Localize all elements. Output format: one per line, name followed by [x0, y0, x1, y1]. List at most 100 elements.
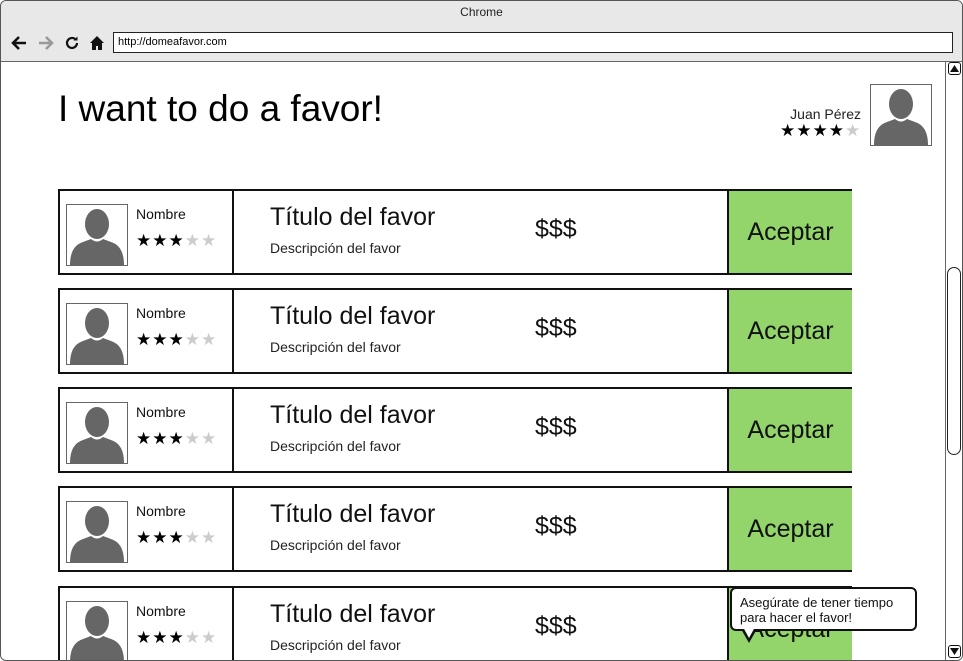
- star-empty-icon: ★: [201, 330, 217, 349]
- page-title: I want to do a favor!: [58, 88, 383, 129]
- browser-chrome: Chrome http://domeafavor.com: [1, 1, 962, 62]
- accept-button[interactable]: Aceptar: [727, 191, 852, 273]
- window-title: Chrome: [460, 5, 503, 19]
- favor-description: Descripción del favor: [270, 339, 401, 355]
- favor-title: Título del favor: [270, 302, 436, 330]
- star-filled-icon: ★: [152, 231, 168, 250]
- star-empty-icon: ★: [184, 429, 200, 448]
- user-avatar[interactable]: [870, 84, 932, 146]
- page-content: I want to do a favor! Juan Pérez ★ ★ ★ ★ ★ N…: [1, 62, 945, 660]
- star-empty-icon: ★: [201, 528, 217, 547]
- star-filled-icon: ★: [812, 121, 828, 140]
- favor-card: Nombre ★ ★ ★ ★ ★ Título del favor Descripció…: [58, 486, 852, 572]
- tooltip: Asegúrate de tener tiempo para hacer el …: [730, 587, 917, 631]
- favor-price: $$$: [535, 314, 577, 342]
- favor-title: Título del favor: [270, 600, 436, 628]
- favor-title: Título del favor: [270, 401, 436, 429]
- requester-name: Nombre: [136, 206, 186, 222]
- triangle-up-icon: [950, 65, 959, 72]
- person-silhouette-icon: [66, 601, 128, 660]
- person-silhouette-icon: [66, 501, 128, 563]
- home-icon[interactable]: [88, 34, 106, 52]
- requester-name: Nombre: [136, 503, 186, 519]
- requester-rating: ★ ★ ★ ★ ★: [136, 529, 216, 546]
- refresh-icon[interactable]: [63, 34, 81, 52]
- person-silhouette-icon: [870, 84, 932, 146]
- tooltip-text: Asegúrate de tener tiempo para hacer el …: [740, 595, 894, 625]
- star-filled-icon: ★: [136, 330, 152, 349]
- star-empty-icon: ★: [184, 231, 200, 250]
- star-filled-icon: ★: [136, 429, 152, 448]
- requester-rating: ★ ★ ★ ★ ★: [136, 430, 216, 447]
- favor-description: Descripción del favor: [270, 240, 401, 256]
- forward-arrow-icon[interactable]: [37, 34, 55, 52]
- favor-requester: Nombre ★ ★ ★ ★ ★: [60, 488, 234, 570]
- star-filled-icon: ★: [152, 528, 168, 547]
- tooltip-tail-inner: [743, 627, 755, 638]
- requester-avatar[interactable]: [66, 501, 128, 563]
- favor-description: Descripción del favor: [270, 537, 401, 553]
- requester-name: Nombre: [136, 404, 186, 420]
- star-filled-icon: ★: [828, 121, 844, 140]
- star-filled-icon: ★: [780, 121, 796, 140]
- star-filled-icon: ★: [168, 231, 184, 250]
- favor-title: Título del favor: [270, 203, 436, 231]
- requester-name: Nombre: [136, 305, 186, 321]
- star-filled-icon: ★: [168, 330, 184, 349]
- requester-name: Nombre: [136, 603, 186, 619]
- favor-description: Descripción del favor: [270, 438, 401, 454]
- back-arrow-icon[interactable]: [10, 34, 28, 52]
- scroll-thumb[interactable]: [947, 267, 961, 455]
- star-filled-icon: ★: [152, 628, 168, 647]
- accept-button[interactable]: Aceptar: [727, 488, 852, 570]
- vertical-scrollbar[interactable]: [945, 62, 962, 660]
- requester-avatar[interactable]: [66, 601, 128, 660]
- star-filled-icon: ★: [796, 121, 812, 140]
- star-filled-icon: ★: [136, 231, 152, 250]
- star-filled-icon: ★: [168, 628, 184, 647]
- star-filled-icon: ★: [136, 528, 152, 547]
- accept-button[interactable]: Aceptar: [727, 290, 852, 372]
- triangle-down-icon: [950, 648, 959, 655]
- star-empty-icon: ★: [184, 628, 200, 647]
- star-filled-icon: ★: [168, 528, 184, 547]
- favor-card: Nombre ★ ★ ★ ★ ★ Título del favor Descripció…: [58, 288, 852, 374]
- requester-rating: ★ ★ ★ ★ ★: [136, 629, 216, 646]
- requester-avatar[interactable]: [66, 204, 128, 266]
- favor-requester: Nombre ★ ★ ★ ★ ★: [60, 588, 234, 660]
- star-empty-icon: ★: [184, 330, 200, 349]
- person-silhouette-icon: [66, 204, 128, 266]
- user-name: Juan Pérez: [790, 106, 861, 122]
- requester-avatar[interactable]: [66, 303, 128, 365]
- scroll-up-button[interactable]: [948, 62, 961, 75]
- favor-price: $$$: [535, 215, 577, 243]
- favor-title: Título del favor: [270, 500, 436, 528]
- user-rating: ★ ★ ★ ★ ★: [780, 122, 860, 139]
- star-filled-icon: ★: [168, 429, 184, 448]
- scroll-down-button[interactable]: [948, 645, 961, 658]
- accept-button[interactable]: Aceptar: [727, 389, 852, 471]
- favor-description: Descripción del favor: [270, 637, 401, 653]
- person-silhouette-icon: [66, 402, 128, 464]
- requester-rating: ★ ★ ★ ★ ★: [136, 331, 216, 348]
- requester-avatar[interactable]: [66, 402, 128, 464]
- star-filled-icon: ★: [136, 628, 152, 647]
- favor-card: Nombre ★ ★ ★ ★ ★ Título del favor Descripció…: [58, 189, 852, 275]
- favor-requester: Nombre ★ ★ ★ ★ ★: [60, 389, 234, 471]
- star-empty-icon: ★: [201, 231, 217, 250]
- star-empty-icon: ★: [184, 528, 200, 547]
- favor-requester: Nombre ★ ★ ★ ★ ★: [60, 290, 234, 372]
- favor-price: $$$: [535, 512, 577, 540]
- browser-window: Chrome http://domeafavor.com I want to d…: [0, 0, 963, 661]
- person-silhouette-icon: [66, 303, 128, 365]
- star-empty-icon: ★: [845, 121, 861, 140]
- requester-rating: ★ ★ ★ ★ ★: [136, 232, 216, 249]
- star-filled-icon: ★: [152, 330, 168, 349]
- favor-price: $$$: [535, 612, 577, 640]
- star-empty-icon: ★: [201, 628, 217, 647]
- star-filled-icon: ★: [152, 429, 168, 448]
- star-empty-icon: ★: [201, 429, 217, 448]
- favor-price: $$$: [535, 413, 577, 441]
- favor-requester: Nombre ★ ★ ★ ★ ★: [60, 191, 234, 273]
- address-bar[interactable]: http://domeafavor.com: [113, 32, 953, 53]
